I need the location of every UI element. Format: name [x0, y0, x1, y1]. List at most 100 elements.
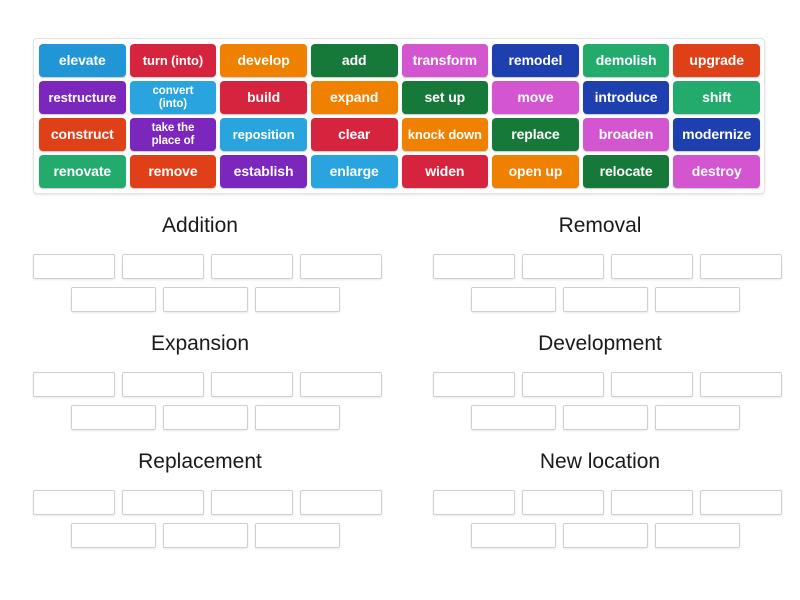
drop-slot[interactable]: [70, 405, 156, 430]
category-group: Expansion: [0, 323, 400, 441]
word-tile[interactable]: broaden: [582, 118, 670, 151]
word-tile[interactable]: destroy: [673, 155, 760, 188]
drop-slot[interactable]: [70, 287, 156, 312]
word-tile[interactable]: transform: [401, 44, 489, 77]
word-tile[interactable]: relocate: [582, 155, 670, 188]
word-tile[interactable]: clear: [310, 118, 398, 151]
word-bank-row: elevate turn (into) develop add transform rem…: [39, 44, 760, 77]
drop-slot[interactable]: [522, 254, 604, 279]
slot-row: [418, 405, 782, 430]
slot-row: [18, 372, 382, 397]
word-tile[interactable]: convert (into): [129, 81, 217, 114]
drop-slot[interactable]: [433, 490, 515, 515]
word-tile[interactable]: construct: [39, 118, 126, 151]
drop-slot[interactable]: [654, 405, 740, 430]
drop-slot[interactable]: [254, 523, 340, 548]
word-tile[interactable]: knock down: [401, 118, 489, 151]
category-group: Development: [400, 323, 800, 441]
category-title: Replacement: [138, 450, 262, 473]
drop-slot[interactable]: [211, 490, 293, 515]
category-group: Removal: [400, 205, 800, 323]
drop-slot[interactable]: [300, 490, 382, 515]
drop-slot[interactable]: [33, 254, 115, 279]
slot-row: [18, 287, 382, 312]
category-title: Addition: [162, 214, 238, 237]
word-tile[interactable]: develop: [220, 44, 307, 77]
drop-slot[interactable]: [33, 372, 115, 397]
drop-slot[interactable]: [162, 523, 248, 548]
drop-slot[interactable]: [562, 523, 648, 548]
category-group: Addition: [0, 205, 400, 323]
word-tile[interactable]: introduce: [582, 81, 670, 114]
slot-row: [18, 490, 382, 515]
word-tile[interactable]: demolish: [582, 44, 670, 77]
drop-slot[interactable]: [522, 490, 604, 515]
word-tile[interactable]: replace: [492, 118, 579, 151]
drop-slot[interactable]: [700, 372, 782, 397]
drop-slot[interactable]: [654, 287, 740, 312]
word-bank-row: construct take the place of reposition clea…: [39, 118, 760, 151]
drop-slot[interactable]: [470, 523, 556, 548]
drop-slot[interactable]: [562, 287, 648, 312]
word-tile[interactable]: elevate: [39, 44, 126, 77]
drop-slot[interactable]: [254, 405, 340, 430]
slot-row: [18, 523, 382, 548]
word-tile[interactable]: establish: [220, 155, 307, 188]
drop-slot[interactable]: [122, 254, 204, 279]
drop-slot[interactable]: [122, 490, 204, 515]
word-tile[interactable]: move: [492, 81, 579, 114]
word-tile[interactable]: reposition: [220, 118, 307, 151]
drop-slot[interactable]: [211, 254, 293, 279]
category-title: Removal: [558, 214, 642, 237]
drop-slot[interactable]: [470, 405, 556, 430]
word-tile[interactable]: take the place of: [129, 118, 217, 151]
drop-slot[interactable]: [433, 254, 515, 279]
drop-slot[interactable]: [300, 254, 382, 279]
word-tile[interactable]: remove: [129, 155, 217, 188]
drop-slot[interactable]: [33, 490, 115, 515]
drop-slot[interactable]: [433, 372, 515, 397]
slot-row: [418, 287, 782, 312]
word-tile[interactable]: shift: [673, 81, 760, 114]
word-tile[interactable]: open up: [492, 155, 579, 188]
slot-row: [418, 523, 782, 548]
drop-slot[interactable]: [70, 523, 156, 548]
drop-slot[interactable]: [122, 372, 204, 397]
word-tile[interactable]: build: [220, 81, 307, 114]
word-tile[interactable]: modernize: [673, 118, 760, 151]
drop-slot[interactable]: [654, 523, 740, 548]
activity-page: elevate turn (into) develop add transform rem…: [0, 0, 800, 600]
drop-slot[interactable]: [562, 405, 648, 430]
drop-slot[interactable]: [611, 490, 693, 515]
category-row: Expansion Development: [0, 323, 800, 441]
drop-slot[interactable]: [162, 287, 248, 312]
word-tile[interactable]: restructure: [39, 81, 126, 114]
drop-slot[interactable]: [211, 372, 293, 397]
drop-slot[interactable]: [300, 372, 382, 397]
drop-slot[interactable]: [611, 254, 693, 279]
slot-row: [18, 254, 382, 279]
category-group: New location: [400, 441, 800, 559]
word-tile[interactable]: widen: [401, 155, 489, 188]
slot-row: [418, 254, 782, 279]
category-row: Replacement New location: [0, 441, 800, 559]
drop-slot[interactable]: [470, 287, 556, 312]
word-tile[interactable]: remodel: [492, 44, 579, 77]
slot-row: [418, 372, 782, 397]
word-tile[interactable]: renovate: [39, 155, 126, 188]
word-tile[interactable]: upgrade: [673, 44, 760, 77]
word-tile[interactable]: turn (into): [129, 44, 217, 77]
drop-slot[interactable]: [611, 372, 693, 397]
drop-slot[interactable]: [700, 254, 782, 279]
word-tile[interactable]: enlarge: [310, 155, 398, 188]
drop-slot[interactable]: [522, 372, 604, 397]
category-row: Addition Removal: [0, 205, 800, 323]
drop-slot[interactable]: [700, 490, 782, 515]
word-tile[interactable]: expand: [310, 81, 398, 114]
category-title: New location: [539, 450, 661, 473]
word-tile[interactable]: add: [310, 44, 398, 77]
word-tile[interactable]: set up: [401, 81, 489, 114]
drop-slot[interactable]: [254, 287, 340, 312]
drop-slot[interactable]: [162, 405, 248, 430]
word-bank-panel: elevate turn (into) develop add transform rem…: [33, 38, 765, 194]
